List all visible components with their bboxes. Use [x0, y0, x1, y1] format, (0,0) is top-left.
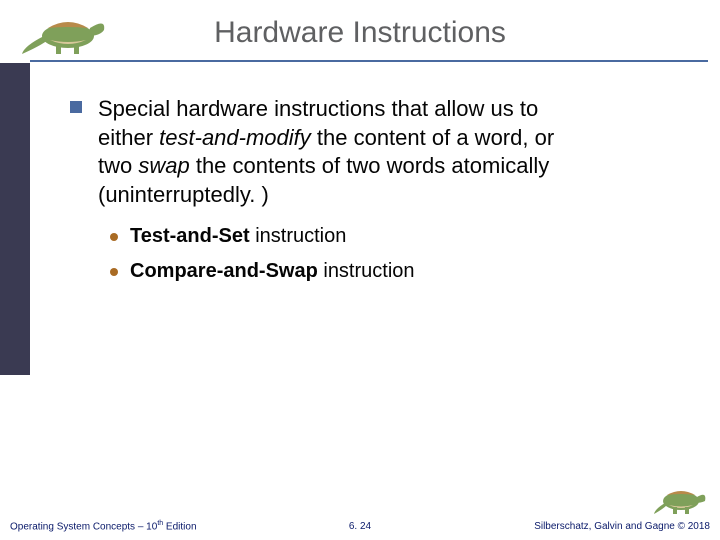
- sub-bullet-item: Test-and-Set instruction: [110, 225, 680, 248]
- bullet-text: Special hardware instructions that allow…: [98, 95, 558, 209]
- circle-bullet-icon: [110, 268, 118, 276]
- header-divider: [30, 60, 708, 62]
- sub-bullet-text: Compare-and-Swap instruction: [130, 260, 415, 283]
- text-segment: instruction: [250, 225, 347, 247]
- slide-header: Hardware Instructions: [0, 0, 720, 63]
- left-sidebar-strip: [0, 63, 30, 375]
- bold-text: Compare-and-Swap: [130, 260, 318, 282]
- sub-bullet-list: Test-and-Set instruction Compare-and-Swa…: [110, 225, 680, 283]
- italic-text: swap: [138, 153, 189, 178]
- bullet-item: Special hardware instructions that allow…: [70, 95, 680, 209]
- slide-footer: Operating System Concepts – 10th Edition…: [0, 510, 720, 540]
- italic-text: test-and-modify: [159, 125, 311, 150]
- footer-copyright: Silberschatz, Galvin and Gagne © 2018: [534, 521, 710, 532]
- bold-text: Test-and-Set: [130, 225, 250, 247]
- sub-bullet-text: Test-and-Set instruction: [130, 225, 346, 248]
- square-bullet-icon: [70, 101, 82, 113]
- slide: Hardware Instructions Special hardware i…: [0, 0, 720, 540]
- slide-content: Special hardware instructions that allow…: [70, 95, 680, 295]
- sub-bullet-item: Compare-and-Swap instruction: [110, 260, 680, 283]
- text-segment: instruction: [318, 260, 415, 282]
- circle-bullet-icon: [110, 233, 118, 241]
- slide-title: Hardware Instructions: [0, 16, 720, 50]
